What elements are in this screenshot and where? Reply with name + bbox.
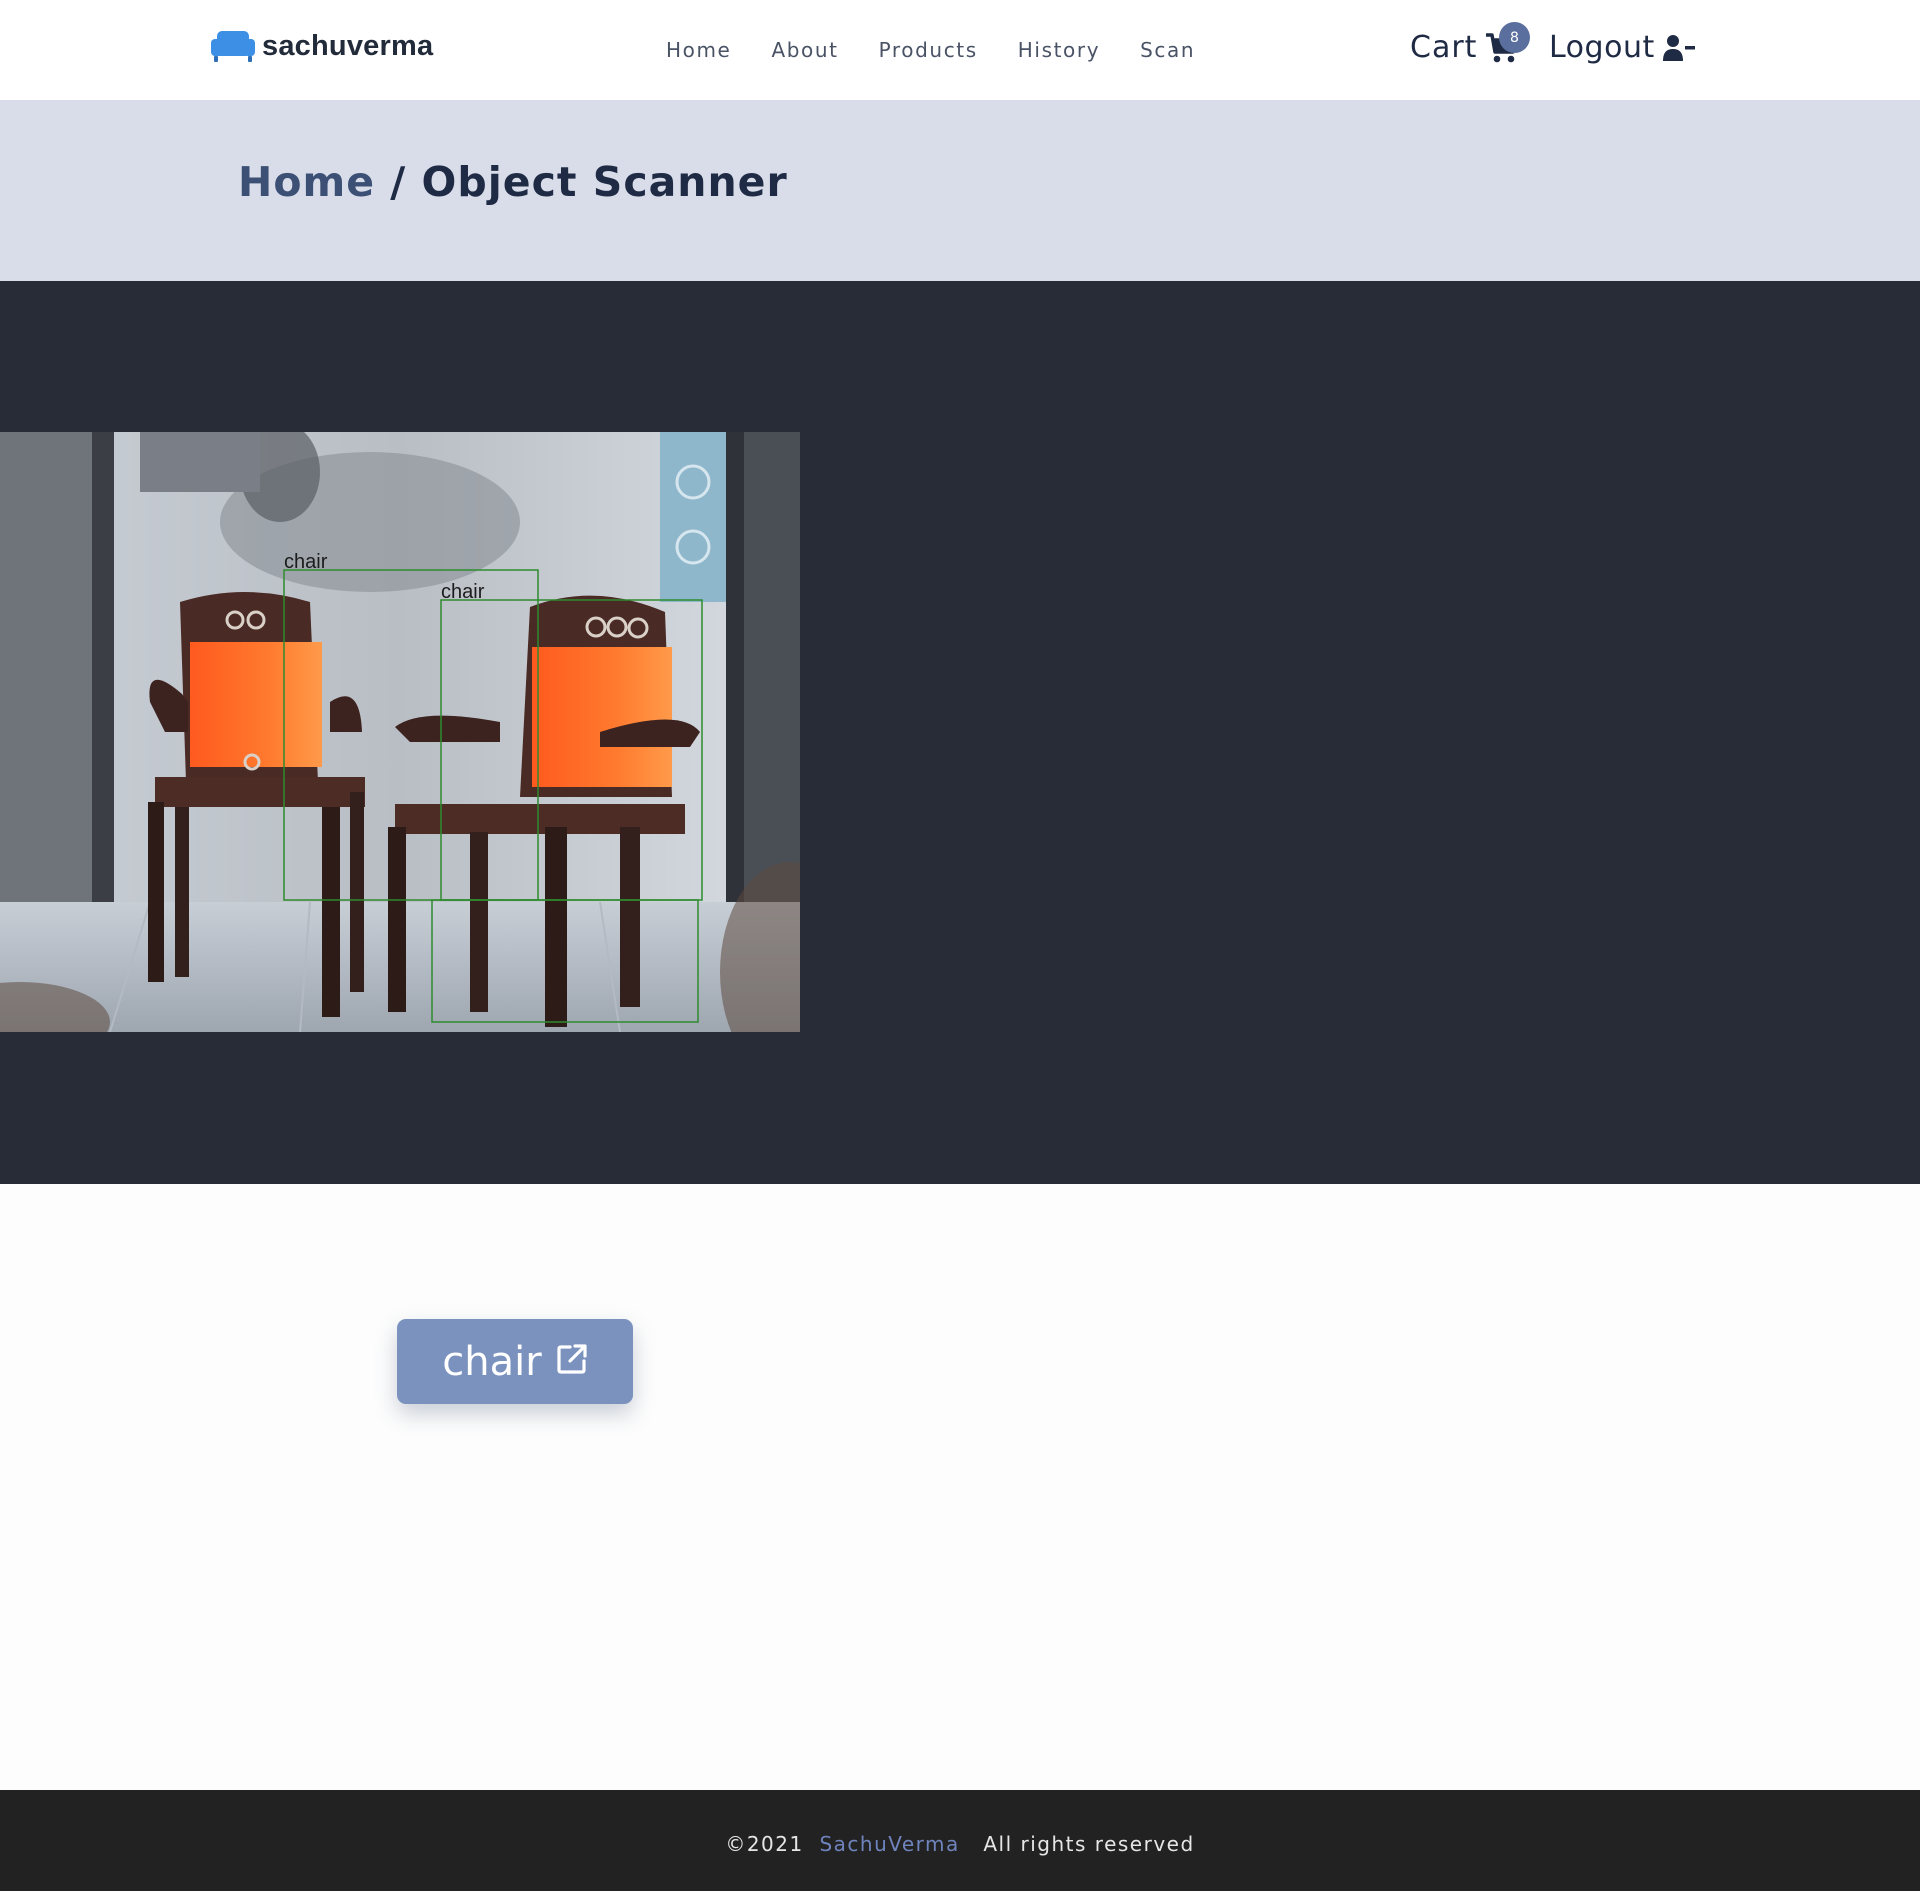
footer: ©2021 SachuVerma All rights reserved bbox=[0, 1790, 1920, 1891]
brand-logo[interactable]: sachuverma bbox=[210, 28, 433, 64]
nav-link-about[interactable]: About bbox=[771, 38, 838, 62]
nav-link-products[interactable]: Products bbox=[879, 38, 978, 62]
nav-link-scan[interactable]: Scan bbox=[1140, 38, 1195, 62]
sofa-icon bbox=[211, 31, 255, 62]
detected-object-button[interactable]: chair bbox=[397, 1319, 633, 1404]
breadcrumb-home-link[interactable]: Home bbox=[238, 158, 375, 206]
page-banner: Home / Object Scanner bbox=[0, 100, 1920, 281]
detection-label: chair bbox=[284, 551, 328, 573]
footer-text: ©2021 SachuVerma All rights reserved bbox=[0, 1832, 1920, 1856]
breadcrumb: Home / Object Scanner bbox=[238, 158, 788, 206]
scanner-section: chair chair bbox=[0, 281, 1920, 1184]
nav-link-home[interactable]: Home bbox=[666, 38, 731, 62]
nav-link-history[interactable]: History bbox=[1018, 38, 1100, 62]
camera-feed: chair chair bbox=[0, 432, 800, 1032]
user-minus-icon bbox=[1662, 34, 1695, 61]
detected-object-label: chair bbox=[442, 1338, 542, 1385]
logout-button[interactable]: Logout bbox=[1549, 30, 1695, 65]
footer-copyright: ©2021 bbox=[725, 1832, 804, 1856]
detection-label: chair bbox=[441, 581, 485, 603]
navbar: sachuverma Home About Products History S… bbox=[0, 0, 1920, 100]
footer-author-link[interactable]: SachuVerma bbox=[819, 1832, 959, 1856]
footer-rights: All rights reserved bbox=[983, 1832, 1195, 1856]
brand-name: sachuverma bbox=[262, 29, 434, 62]
page-title: Object Scanner bbox=[421, 158, 788, 206]
main-nav: Home About Products History Scan bbox=[666, 38, 1235, 62]
external-link-icon bbox=[557, 1343, 587, 1374]
cart-label: Cart bbox=[1410, 30, 1478, 65]
cart-count-badge: 8 bbox=[1499, 22, 1530, 53]
camera-frame: chair chair bbox=[0, 432, 800, 1032]
logout-label: Logout bbox=[1549, 30, 1655, 65]
breadcrumb-separator: / bbox=[375, 158, 422, 206]
